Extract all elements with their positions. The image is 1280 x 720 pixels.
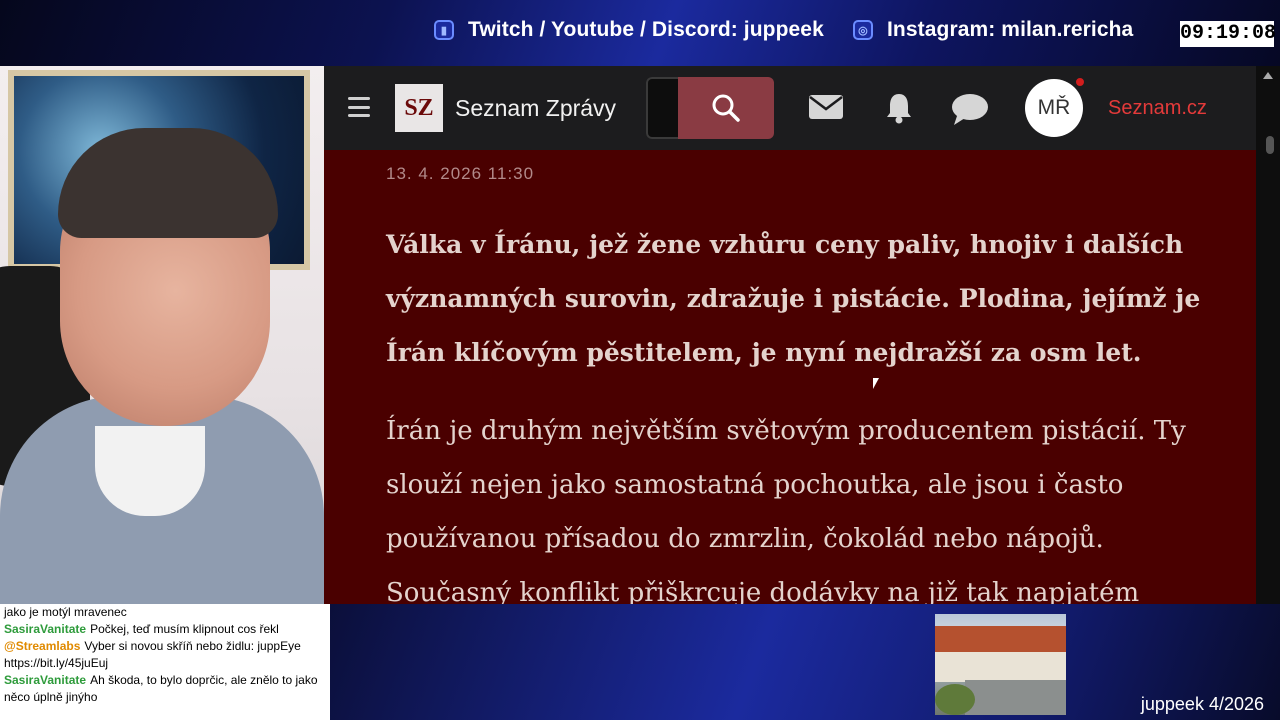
user-avatar[interactable]: MŘ [1025, 79, 1083, 137]
bell-icon[interactable] [886, 92, 912, 124]
search-bar [646, 77, 774, 139]
mouse-cursor-icon [873, 378, 879, 389]
chat-line: @Streamlabs Vyber si novou skříň nebo žid… [4, 638, 326, 672]
article-body: Írán je druhým největším světovým produc… [386, 416, 1186, 604]
street-camera-feed [935, 614, 1066, 715]
webcam-feed [0, 66, 324, 604]
scroll-thumb[interactable] [1266, 136, 1274, 154]
chat-line: jako je motýl mravenec [4, 604, 326, 621]
chat-line: SasiraVanitate Počkej, teď musím klipnout… [4, 621, 326, 638]
chat-username: SasiraVanitate [4, 622, 87, 636]
search-input[interactable] [646, 77, 678, 139]
social-links: ▮ Twitch / Youtube / Discord: juppeek [434, 18, 824, 42]
site-logo[interactable]: SZ [395, 84, 443, 132]
scroll-up-icon[interactable] [1263, 72, 1273, 79]
instagram-icon: ◎ [853, 20, 873, 40]
top-banner: ▮ Twitch / Youtube / Discord: juppeek ◎ … [0, 0, 1280, 66]
site-navbar: SZ Seznam Zprávy MŘ Seznam.cz [324, 66, 1256, 150]
seznam-link[interactable]: Seznam.cz [1108, 97, 1207, 120]
chat-message: jako je motýl mravenec [4, 605, 127, 619]
site-name[interactable]: Seznam Zprávy [455, 95, 616, 122]
notification-dot [1074, 76, 1086, 88]
bottom-banner [330, 604, 1280, 720]
twitch-icon: ▮ [434, 20, 454, 40]
clock: 09:19:08 [1180, 21, 1277, 47]
article-date: 13. 4. 2026 11:30 [386, 164, 535, 183]
instagram-handle: ◎ Instagram: milan.rericha [853, 18, 1133, 42]
page-scrollbar[interactable] [1256, 66, 1280, 604]
stream-overlay: ▮ Twitch / Youtube / Discord: juppeek ◎ … [0, 0, 1280, 720]
article-lead: Válka v Íránu, jež žene vzhůru ceny pali… [386, 230, 1201, 367]
chat-message: Počkej, teď musím klipnout cos řekl [90, 622, 279, 636]
chat-username: @Streamlabs [4, 639, 81, 653]
menu-icon[interactable] [348, 97, 370, 117]
search-icon [712, 94, 740, 122]
search-button[interactable] [678, 77, 774, 139]
instagram-text: Instagram: milan.rericha [887, 18, 1134, 41]
streamer-collar [95, 426, 205, 516]
chat-line: SasiraVanitate Ah škoda, to bylo doprčic,… [4, 672, 326, 706]
social-links-text: Twitch / Youtube / Discord: juppeek [468, 18, 824, 41]
footer-tag: juppeek 4/2026 [1140, 694, 1264, 714]
chat-username: SasiraVanitate [4, 673, 87, 687]
chat-icon[interactable] [951, 92, 989, 126]
chat-box: jako je motýl mravenec SasiraVanitate Poč… [0, 604, 330, 720]
mail-icon[interactable] [808, 92, 844, 122]
browser-window: SZ Seznam Zprávy MŘ Seznam.cz 13. 4. 202… [324, 66, 1280, 604]
